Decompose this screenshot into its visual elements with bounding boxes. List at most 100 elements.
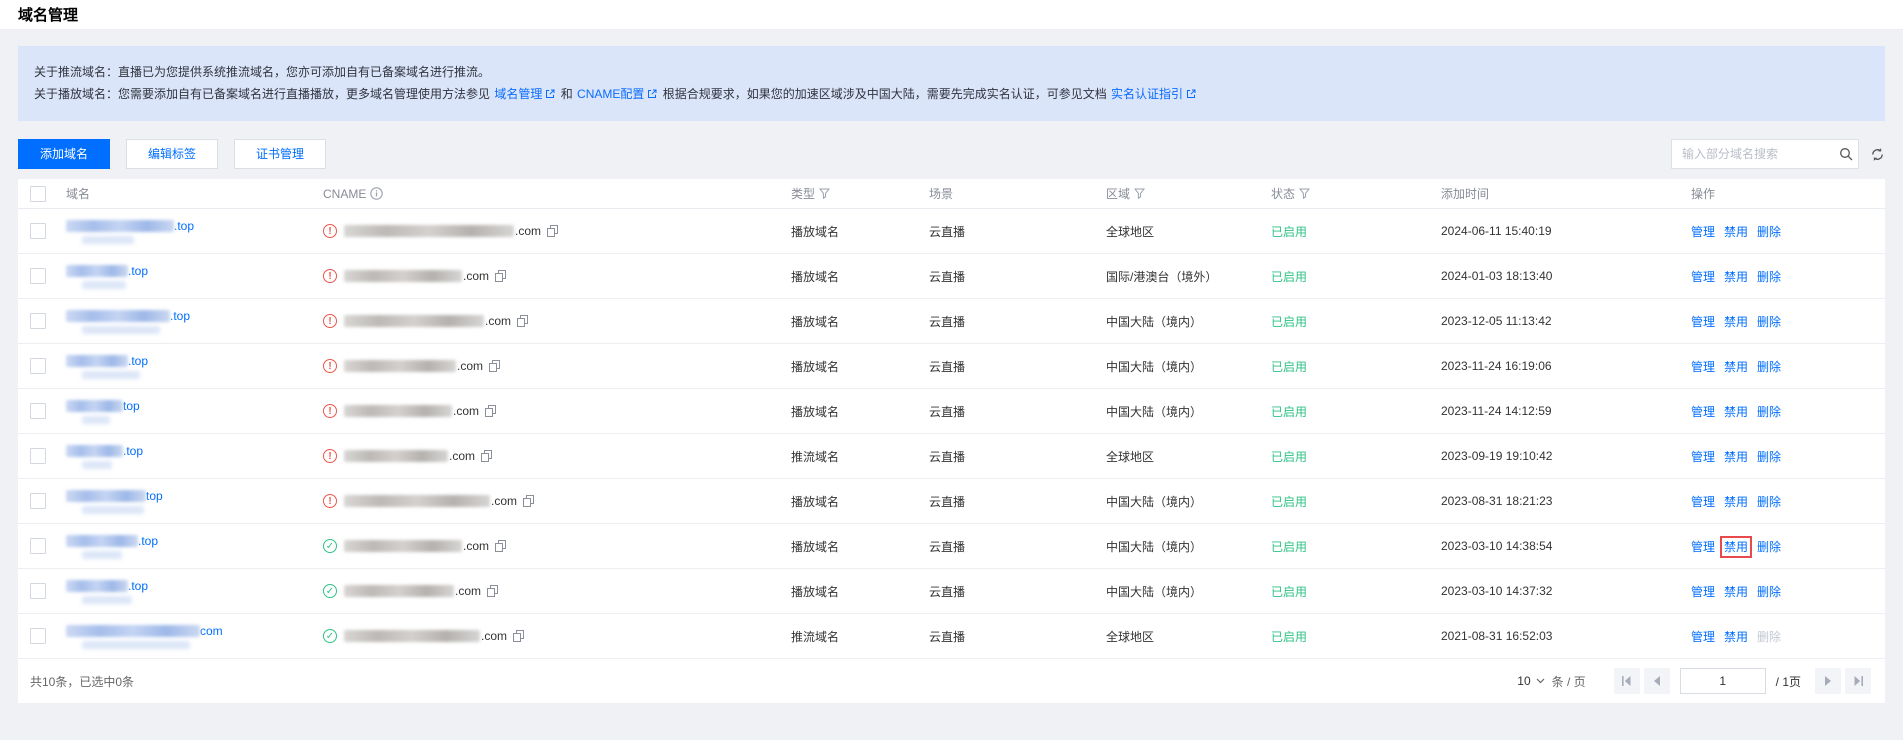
cname-redacted bbox=[344, 405, 452, 417]
type-filter-icon[interactable] bbox=[819, 188, 831, 199]
delete-link[interactable]: 删除 bbox=[1757, 360, 1781, 374]
delete-link[interactable]: 删除 bbox=[1757, 225, 1781, 239]
domain-link[interactable]: .top bbox=[128, 579, 148, 593]
copy-icon[interactable] bbox=[485, 405, 497, 417]
manage-link[interactable]: 管理 bbox=[1691, 405, 1715, 419]
cert-management-button[interactable]: 证书管理 bbox=[234, 139, 327, 169]
select-all-checkbox[interactable] bbox=[30, 185, 46, 202]
row-checkbox[interactable] bbox=[30, 403, 46, 419]
domain-link[interactable]: .top bbox=[170, 309, 190, 323]
added-time-cell: 2021-08-31 16:52:03 bbox=[1433, 613, 1683, 659]
manage-link[interactable]: 管理 bbox=[1691, 270, 1715, 284]
row-checkbox[interactable] bbox=[30, 268, 46, 284]
manage-link[interactable]: 管理 bbox=[1691, 450, 1715, 464]
domain-redacted bbox=[66, 310, 170, 323]
row-checkbox[interactable] bbox=[30, 448, 46, 464]
delete-link[interactable]: 删除 bbox=[1757, 405, 1781, 419]
domain-link[interactable]: .top bbox=[138, 534, 158, 548]
copy-icon[interactable] bbox=[547, 225, 559, 237]
disable-link[interactable]: 禁用 bbox=[1724, 270, 1748, 284]
add-domain-button[interactable]: 添加域名 bbox=[18, 139, 111, 169]
scene-cell: 云直播 bbox=[921, 208, 1098, 254]
domain-link[interactable]: com bbox=[200, 624, 223, 638]
cname-cell: ! .com bbox=[323, 494, 775, 508]
page-header: 域名管理 bbox=[0, 0, 1903, 30]
disable-link[interactable]: 禁用 bbox=[1724, 405, 1748, 419]
copy-icon[interactable] bbox=[489, 360, 501, 372]
prev-page-button[interactable] bbox=[1643, 668, 1670, 694]
disable-link[interactable]: 禁用 bbox=[1720, 535, 1753, 558]
page-number-input[interactable] bbox=[1679, 668, 1766, 694]
delete-link[interactable]: 删除 bbox=[1757, 495, 1781, 509]
domain-table: 域名 CNAME 类型 场景 区域 状态 添加时间 操作 .top ! .com… bbox=[18, 179, 1885, 659]
disable-link[interactable]: 禁用 bbox=[1724, 225, 1748, 239]
domain-management-doc-link[interactable]: 域名管理 bbox=[494, 87, 542, 101]
manage-link[interactable]: 管理 bbox=[1691, 495, 1715, 509]
edit-tags-button[interactable]: 编辑标签 bbox=[126, 139, 219, 169]
region-cell: 中国大陆（境内） bbox=[1098, 568, 1263, 614]
domain-cell: top bbox=[66, 489, 307, 514]
first-page-button[interactable] bbox=[1613, 668, 1640, 694]
page-size-select[interactable]: 10 bbox=[1517, 674, 1545, 688]
domain-link[interactable]: .top bbox=[128, 264, 148, 278]
row-checkbox[interactable] bbox=[30, 538, 46, 554]
status-badge: 已启用 bbox=[1271, 404, 1308, 419]
delete-link[interactable]: 删除 bbox=[1757, 450, 1781, 464]
search-input[interactable] bbox=[1680, 146, 1839, 162]
copy-icon[interactable] bbox=[513, 630, 525, 642]
manage-link[interactable]: 管理 bbox=[1691, 225, 1715, 239]
disable-link[interactable]: 禁用 bbox=[1724, 360, 1748, 374]
domain-link[interactable]: .top bbox=[123, 444, 143, 458]
manage-link[interactable]: 管理 bbox=[1691, 315, 1715, 329]
domain-cell: .top bbox=[66, 444, 307, 469]
content-area: 关于推流域名：直播已为您提供系统推流域名，您亦可添加自有已备案域名进行推流。 关… bbox=[0, 30, 1903, 703]
manage-link[interactable]: 管理 bbox=[1691, 630, 1715, 644]
row-checkbox[interactable] bbox=[30, 628, 46, 644]
manage-link[interactable]: 管理 bbox=[1691, 585, 1715, 599]
domain-cell: .top bbox=[66, 534, 307, 559]
copy-icon[interactable] bbox=[495, 540, 507, 552]
search-icon[interactable] bbox=[1839, 147, 1853, 161]
refresh-icon[interactable] bbox=[1870, 147, 1885, 162]
copy-icon[interactable] bbox=[495, 270, 507, 282]
cname-config-doc-link[interactable]: CNAME配置 bbox=[577, 87, 644, 101]
row-checkbox[interactable] bbox=[30, 493, 46, 509]
row-checkbox[interactable] bbox=[30, 223, 46, 239]
delete-link[interactable]: 删除 bbox=[1757, 270, 1781, 284]
cname-cell: ✓ .com bbox=[323, 584, 775, 598]
real-name-auth-doc-link[interactable]: 实名认证指引 bbox=[1111, 87, 1183, 101]
row-checkbox[interactable] bbox=[30, 358, 46, 374]
domain-link[interactable]: .top bbox=[174, 219, 194, 233]
cname-info-icon[interactable] bbox=[370, 187, 384, 200]
status-badge: 已启用 bbox=[1271, 494, 1308, 509]
domain-redacted bbox=[66, 445, 123, 458]
domain-link[interactable]: .top bbox=[128, 354, 148, 368]
manage-link[interactable]: 管理 bbox=[1691, 360, 1715, 374]
next-page-button[interactable] bbox=[1815, 668, 1841, 694]
row-checkbox[interactable] bbox=[30, 313, 46, 329]
copy-icon[interactable] bbox=[487, 585, 499, 597]
disable-link[interactable]: 禁用 bbox=[1724, 315, 1748, 329]
column-header-cname: CNAME bbox=[323, 186, 367, 201]
copy-icon[interactable] bbox=[523, 495, 535, 507]
status-filter-icon[interactable] bbox=[1299, 188, 1311, 199]
disable-link[interactable]: 禁用 bbox=[1724, 630, 1748, 644]
cname-redacted bbox=[344, 450, 448, 462]
manage-link[interactable]: 管理 bbox=[1691, 540, 1715, 554]
delete-link[interactable]: 删除 bbox=[1757, 585, 1781, 599]
domain-link[interactable]: top bbox=[146, 489, 163, 503]
copy-icon[interactable] bbox=[481, 450, 493, 462]
copy-icon[interactable] bbox=[517, 315, 529, 327]
domain-link[interactable]: top bbox=[123, 399, 140, 413]
region-filter-icon[interactable] bbox=[1134, 188, 1146, 199]
delete-link[interactable]: 删除 bbox=[1757, 315, 1781, 329]
external-link-icon bbox=[1186, 84, 1196, 106]
domain-redacted bbox=[66, 625, 200, 638]
disable-link[interactable]: 禁用 bbox=[1724, 495, 1748, 509]
row-checkbox[interactable] bbox=[30, 583, 46, 599]
disable-link[interactable]: 禁用 bbox=[1724, 585, 1748, 599]
delete-link[interactable]: 删除 bbox=[1757, 540, 1781, 554]
disable-link[interactable]: 禁用 bbox=[1724, 450, 1748, 464]
last-page-button[interactable] bbox=[1845, 668, 1871, 694]
scene-cell: 云直播 bbox=[921, 478, 1098, 524]
